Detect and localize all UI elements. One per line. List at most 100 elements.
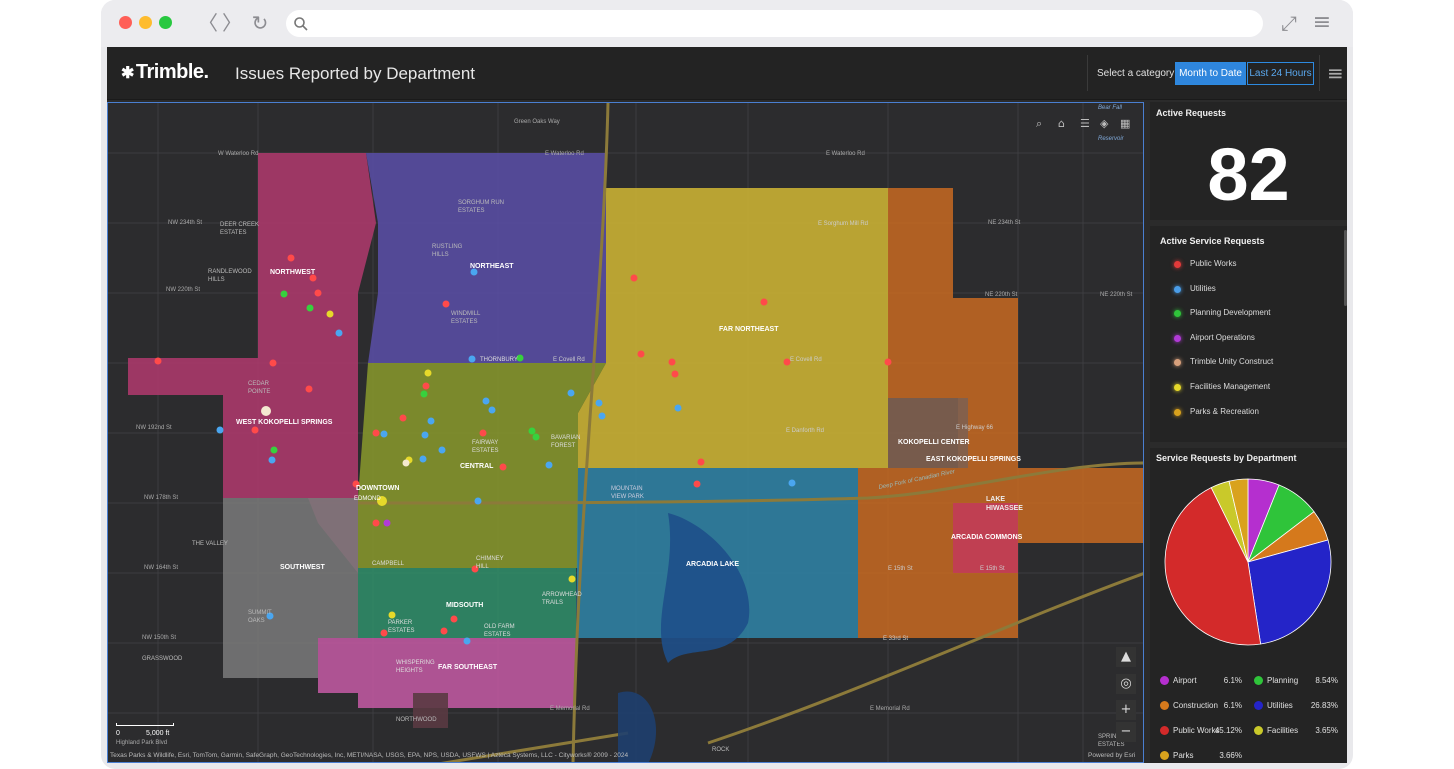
map-view[interactable]: ⌕ ⌂ ☰ ◈ ▦ NORTHWEST NORTHEAST FAR NORTHE… <box>107 102 1144 763</box>
legend-dot <box>1174 261 1181 268</box>
pie-legend-value: 8.54% <box>1315 676 1338 685</box>
maximize-window-button[interactable] <box>159 16 172 29</box>
active-requests-count: 82 <box>1207 133 1290 216</box>
road-label: Reservoir <box>1098 136 1124 142</box>
map-label-southwest: SOUTHWEST <box>280 564 325 571</box>
place-label-thornbury: THORNBURY <box>480 357 518 363</box>
road-label: NE 220th St <box>985 292 1018 298</box>
by-department-title: Service Requests by Department <box>1156 453 1297 463</box>
back-button[interactable]: 〈 <box>197 11 219 35</box>
road-label: E Covell Rd <box>790 357 822 363</box>
road-label: NW 220th St <box>166 287 201 293</box>
forward-button[interactable]: 〉 <box>221 11 243 35</box>
legend-label: Trimble Unity Construct <box>1190 357 1274 367</box>
browser-window: 〈 〉 ↻ ⤢ ≡ ✱ Trimble. Issues Reported by D… <box>101 0 1353 769</box>
close-window-button[interactable] <box>119 16 132 29</box>
home-icon[interactable]: ⌂ <box>1058 117 1065 130</box>
map-label-downtown: DOWNTOWN <box>356 485 400 492</box>
active-requests-title: Active Requests <box>1156 108 1227 118</box>
road-label: NW 150th St <box>142 635 177 641</box>
service-requests-title: Active Service Requests <box>1160 236 1265 246</box>
place-label-parker: PARKER ESTATES <box>388 620 415 634</box>
place-label-the-valley: THE VALLEY <box>192 541 228 547</box>
compass-button[interactable]: ▲ <box>1116 647 1136 667</box>
place-label-sorghum-run: SORGHUM RUN ESTATES <box>458 200 504 214</box>
pie-legend-item[interactable]: Airport 6.1% <box>1160 675 1248 687</box>
zoom-in-button[interactable]: + <box>1116 700 1136 720</box>
dashboard-header: ✱ Trimble. Issues Reported by Department … <box>107 47 1347 100</box>
pie-legend-item[interactable]: Planning 8.54% <box>1254 675 1342 687</box>
dashboard-title: Issues Reported by Department <box>235 64 476 83</box>
zoom-out-button[interactable]: − <box>1116 722 1136 742</box>
place-label-arrowhead: ARROWHEAD TRAILS <box>542 592 582 606</box>
address-bar[interactable] <box>286 10 1263 37</box>
pie-legend-swatch <box>1160 751 1169 760</box>
legend-label: Public Works <box>1190 259 1237 268</box>
pie-legend-swatch <box>1254 701 1263 710</box>
map-label-west-kokopelli: WEST KOKOPELLI SPRINGS <box>236 419 333 426</box>
map-label-lake-hiwassee: LAKE HIWASSEE <box>986 496 1023 512</box>
legend-dot <box>1174 310 1181 318</box>
layers-icon[interactable]: ◈ <box>1100 117 1108 130</box>
pie-legend-swatch <box>1160 676 1169 685</box>
place-label-randlewood: RANDLEWOOD HILLS <box>208 269 252 283</box>
legend-dot <box>1174 285 1181 293</box>
search-icon[interactable]: ⌕ <box>1036 117 1042 131</box>
map-label-east-kokopelli: EAST KOKOPELLI SPRINGS <box>926 456 1021 463</box>
dashboard-menu-icon[interactable]: ≡ <box>1327 61 1344 85</box>
by-department-card: Service Requests by Department Airport 6.… <box>1150 448 1347 763</box>
reload-button[interactable]: ↻ <box>249 11 271 35</box>
road-label: E Memorial Rd <box>550 706 590 712</box>
road-label: NE 234th St <box>988 220 1021 226</box>
basemap-icon[interactable]: ▦ <box>1120 117 1130 130</box>
service-requests-card: Active Service Requests Public Works Util… <box>1150 226 1347 442</box>
legend-scrollbar[interactable] <box>1344 230 1347 306</box>
expand-icon[interactable]: ⤢ <box>1278 11 1300 35</box>
pie-legend-swatch <box>1254 726 1263 735</box>
map-label-northeast: NORTHEAST <box>470 263 514 270</box>
map-label-far-southeast: FAR SOUTHEAST <box>438 664 498 671</box>
minimize-window-button[interactable] <box>139 16 152 29</box>
pie-legend-item[interactable]: Facilities 3.65% <box>1254 725 1342 737</box>
legend-icon[interactable]: ☰ <box>1080 117 1090 130</box>
place-label-deer-creek: DEER CREEK ESTATES <box>220 222 260 236</box>
district-map[interactable] <box>108 103 1144 763</box>
road-label: E 33rd St <box>883 636 909 642</box>
pie-legend-swatch <box>1160 701 1169 710</box>
place-label-rustling-hills: RUSTLING HILLS <box>432 244 463 258</box>
street-label: Highland Park Blvd <box>116 740 168 746</box>
pie-legend-label: Facilities <box>1267 726 1299 735</box>
place-label-windmill: WINDMILL ESTATES <box>451 311 481 325</box>
pie-legend-item[interactable]: Parks 3.66% <box>1160 750 1248 762</box>
search-icon <box>294 17 308 31</box>
tab-last-24-hours[interactable]: Last 24 Hours <box>1247 62 1314 85</box>
pie-legend-item[interactable]: Public Works 45.12% <box>1160 725 1248 737</box>
legend-label: Parks & Recreation <box>1190 406 1259 416</box>
pie-legend-label: Public Works <box>1173 726 1220 735</box>
pie-legend-item[interactable]: Construction 6.1% <box>1160 700 1248 712</box>
place-label-chimney-hill: CHIMNEY HILL <box>476 556 504 570</box>
map-label-northwest: NORTHWEST <box>270 269 316 276</box>
department-pie-chart[interactable] <box>1150 468 1347 668</box>
browser-menu-icon[interactable]: ≡ <box>1311 11 1333 35</box>
road-label: Green Oaks Way <box>514 119 560 125</box>
locate-button[interactable]: ◎ <box>1116 674 1136 694</box>
powered-by-esri[interactable]: Powered by Esri <box>1088 752 1135 759</box>
legend-label: Planning Development <box>1190 308 1271 318</box>
road-label: E Sorghum Mill Rd <box>818 221 869 227</box>
pie-legend-value: 6.1% <box>1223 676 1242 685</box>
place-label-northwood: NORTHWOOD <box>396 717 437 723</box>
road-label: W Waterloo Rd <box>218 151 259 157</box>
tab-month-to-date[interactable]: Month to Date <box>1175 62 1246 85</box>
place-label-cedar-pointe: CEDAR POINTE <box>248 381 271 395</box>
pie-legend-item[interactable]: Utilities 26.83% <box>1254 700 1342 712</box>
scale-end: 5,000 ft <box>146 730 170 737</box>
dashboard-app: ✱ Trimble. Issues Reported by Department … <box>107 47 1347 763</box>
map-label-far-northeast: FAR NORTHEAST <box>719 326 779 333</box>
pie-legend-swatch <box>1254 676 1263 685</box>
road-label: NE 220th St <box>1100 292 1133 298</box>
pie-legend-value: 3.66% <box>1219 751 1242 760</box>
road-label: E 15th St <box>980 566 1005 572</box>
road-label: E Covell Rd <box>553 357 585 363</box>
map-toolbar: ⌕ ⌂ ☰ ◈ ▦ <box>1036 115 1136 135</box>
